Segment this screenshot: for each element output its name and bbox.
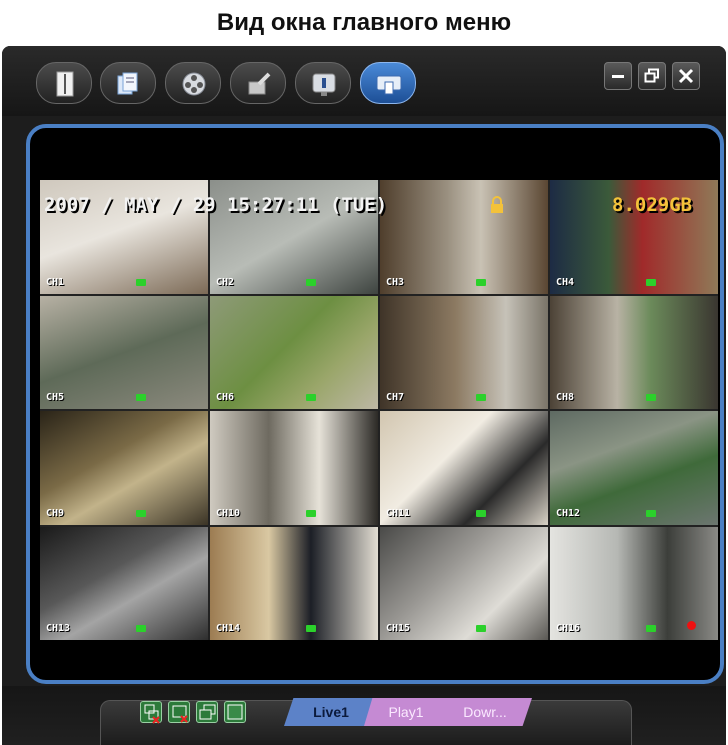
camera-tile-ch5[interactable]: CH5 <box>40 295 208 409</box>
record-indicator-icon <box>136 625 146 632</box>
camera-grid: CH1 CH2 CH3 CH4 CH5 CH6 CH7 CH8 CH9 CH10… <box>40 180 718 640</box>
record-indicator-icon <box>646 278 656 286</box>
channel-label: CH2 <box>216 276 235 288</box>
camera-tile-ch11[interactable]: CH11 <box>380 411 548 525</box>
info-icon <box>312 73 336 96</box>
storage-overlay: 8.029GB <box>612 194 693 216</box>
record-indicator-icon <box>476 509 486 517</box>
toolbar-button-document[interactable] <box>36 62 92 104</box>
bottom-bar: Live1 Play1 Dowr... <box>2 686 726 745</box>
record-indicator-icon <box>136 278 146 286</box>
channel-label: CH10 <box>216 507 241 519</box>
channel-label: CH5 <box>46 392 65 403</box>
camera-tile-ch7[interactable]: CH7 <box>380 295 548 409</box>
blank-view-button[interactable] <box>224 701 246 723</box>
record-indicator-icon <box>136 509 146 517</box>
record-indicator-icon <box>646 625 656 632</box>
dvr-main-window: CH1 CH2 CH3 CH4 CH5 CH6 CH7 CH8 CH9 CH10… <box>2 46 726 745</box>
record-indicator-icon <box>306 509 316 517</box>
record-indicator-icon <box>306 278 316 286</box>
restore-icon <box>644 68 659 83</box>
camera-tile-ch8[interactable]: CH8 <box>550 295 718 409</box>
camera-tile-ch15[interactable]: CH15 <box>380 526 548 640</box>
blank-view-icon <box>227 704 243 720</box>
channel-label: CH3 <box>386 276 405 288</box>
channel-label: CH12 <box>556 507 581 519</box>
camera-tile-ch14[interactable]: CH14 <box>210 526 378 640</box>
channel-label: CH16 <box>556 623 581 634</box>
camera-tile-ch3[interactable]: CH3 <box>380 180 548 294</box>
tab-live1[interactable]: Live1 <box>284 698 378 726</box>
datetime-overlay: 2007 / MAY / 29 15:27:11 (TUE) <box>44 194 388 216</box>
alarm-dot-icon <box>687 621 696 630</box>
video-monitor-frame: CH1 CH2 CH3 CH4 CH5 CH6 CH7 CH8 CH9 CH10… <box>26 124 724 684</box>
record-indicator-icon <box>476 278 486 286</box>
close-button[interactable] <box>672 62 700 90</box>
record-indicator-icon <box>306 394 316 401</box>
channel-label: CH14 <box>216 623 241 634</box>
film-reel-icon <box>182 72 206 96</box>
split-view-icon <box>144 704 160 724</box>
toolbar-button-info[interactable] <box>295 62 351 104</box>
channel-label: CH4 <box>556 276 575 288</box>
channel-label: CH8 <box>556 392 575 403</box>
channel-label: CH9 <box>46 507 65 519</box>
network-icon <box>376 75 402 95</box>
channel-label: CH11 <box>386 507 411 519</box>
camera-tile-ch10[interactable]: CH10 <box>210 411 378 525</box>
camera-tile-ch9[interactable]: CH9 <box>40 411 208 525</box>
channel-label: CH13 <box>46 623 71 634</box>
channel-label: CH7 <box>386 392 405 403</box>
camera-tile-ch6[interactable]: CH6 <box>210 295 378 409</box>
minimize-icon <box>612 75 624 78</box>
toolbar-button-pages[interactable] <box>100 62 156 104</box>
channel-label: CH1 <box>46 276 65 288</box>
single-view-icon <box>199 704 216 720</box>
pages-icon <box>117 72 138 95</box>
toolbar-button-tools[interactable] <box>230 62 286 104</box>
record-indicator-icon <box>646 509 656 517</box>
restore-button[interactable] <box>638 62 666 90</box>
page-title: Вид окна главного меню <box>216 9 512 36</box>
tools-icon <box>248 72 271 95</box>
toolbar-button-film-reel[interactable] <box>165 62 221 104</box>
single-view-button[interactable] <box>196 701 218 723</box>
camera-tile-ch12[interactable]: CH12 <box>550 411 718 525</box>
record-indicator-icon <box>476 625 486 632</box>
record-indicator-icon <box>306 625 316 632</box>
camera-tile-ch16[interactable]: CH16 <box>550 526 718 640</box>
lock-icon <box>491 196 503 213</box>
tab-play1[interactable]: Play1 <box>364 698 448 726</box>
record-indicator-icon <box>646 394 656 401</box>
channel-label: CH15 <box>386 623 411 634</box>
channel-label: CH6 <box>216 392 235 403</box>
document-icon <box>56 71 74 97</box>
split-view-button[interactable] <box>140 701 162 724</box>
close-view-button[interactable] <box>168 701 190 723</box>
close-view-icon <box>172 705 188 723</box>
close-icon <box>678 68 694 84</box>
camera-tile-ch13[interactable]: CH13 <box>40 526 208 640</box>
toolbar-button-network[interactable] <box>360 62 416 104</box>
minimize-button[interactable] <box>604 62 632 90</box>
top-toolbar <box>2 46 726 116</box>
tab-download[interactable]: Dowr... <box>438 698 532 726</box>
record-indicator-icon <box>476 394 486 401</box>
record-indicator-icon <box>136 394 146 401</box>
